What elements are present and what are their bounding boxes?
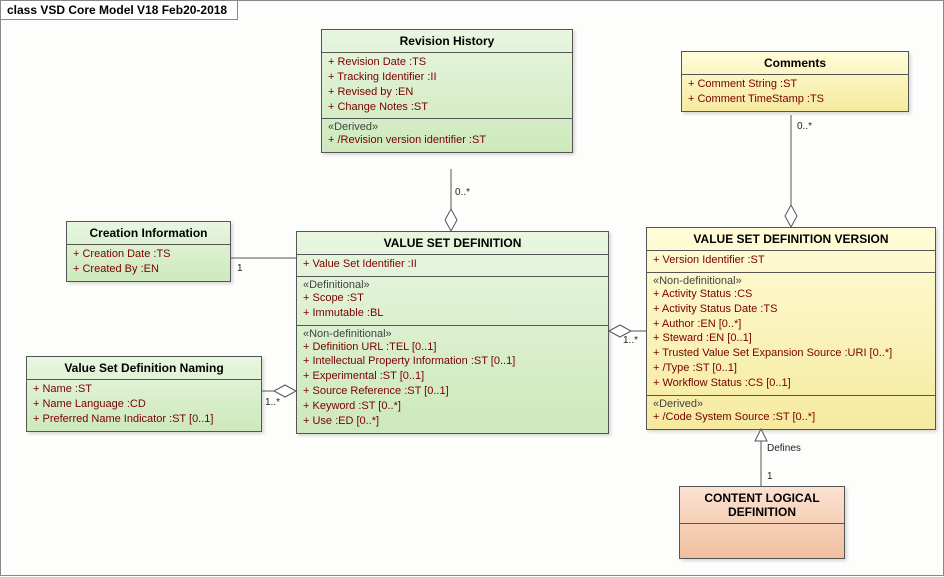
class-content-logical-definition: CONTENT LOGICAL DEFINITION — [679, 486, 845, 559]
attr-section: Name :ST Name Language :CD Preferred Nam… — [27, 380, 261, 431]
class-title: VALUE SET DEFINITION — [297, 232, 608, 255]
assoc-defines: Defines — [767, 443, 801, 454]
derived-section: «Derived» /Code System Source :ST [0..*] — [647, 395, 935, 429]
class-title: Comments — [682, 52, 908, 75]
class-value-set-definition: VALUE SET DEFINITION Value Set Identifie… — [296, 231, 609, 434]
class-title: Value Set Definition Naming — [27, 357, 261, 380]
mult-vsdv: 1..* — [623, 335, 638, 346]
mult-cld: 1 — [767, 471, 773, 482]
attr-section: Comment String :ST Comment TimeStamp :TS — [682, 75, 908, 111]
mult-naming: 1..* — [265, 397, 280, 408]
class-title: Creation Information — [67, 222, 230, 245]
class-comments: Comments Comment String :ST Comment Time… — [681, 51, 909, 112]
mult-creationinfo: 1 — [237, 263, 243, 274]
class-title: VALUE SET DEFINITION VERSION — [647, 228, 935, 251]
nondefinitional-section: «Non-definitional» Definition URL :TEL [… — [297, 325, 608, 433]
class-value-set-definition-version: VALUE SET DEFINITION VERSION Version Ide… — [646, 227, 936, 430]
mult-comments: 0..* — [797, 121, 812, 132]
derived-section: «Derived» /Revision version identifier :… — [322, 118, 572, 152]
mult-revision: 0..* — [455, 187, 470, 198]
class-revision-history: Revision History Revision Date :TS Track… — [321, 29, 573, 153]
attr-section: Creation Date :TS Created By :EN — [67, 245, 230, 281]
diagram-frame: class VSD Core Model V18 Feb20-2018 Revi… — [0, 0, 944, 576]
definitional-section: «Definitional» Scope :ST Immutable :BL — [297, 276, 608, 325]
empty-section — [680, 523, 844, 558]
class-vsd-naming: Value Set Definition Naming Name :ST Nam… — [26, 356, 262, 432]
attr-section: Revision Date :TS Tracking Identifier :I… — [322, 53, 572, 118]
attr-section: Version Identifier :ST — [647, 251, 935, 272]
attr-section: Value Set Identifier :II — [297, 255, 608, 276]
class-creation-information: Creation Information Creation Date :TS C… — [66, 221, 231, 282]
class-title-line1: CONTENT LOGICAL — [680, 487, 844, 505]
frame-title: class VSD Core Model V18 Feb20-2018 — [1, 1, 238, 20]
class-title: Revision History — [322, 30, 572, 53]
class-title-line2: DEFINITION — [680, 505, 844, 523]
nondefinitional-section: «Non-definitional» Activity Status :CS A… — [647, 272, 935, 395]
